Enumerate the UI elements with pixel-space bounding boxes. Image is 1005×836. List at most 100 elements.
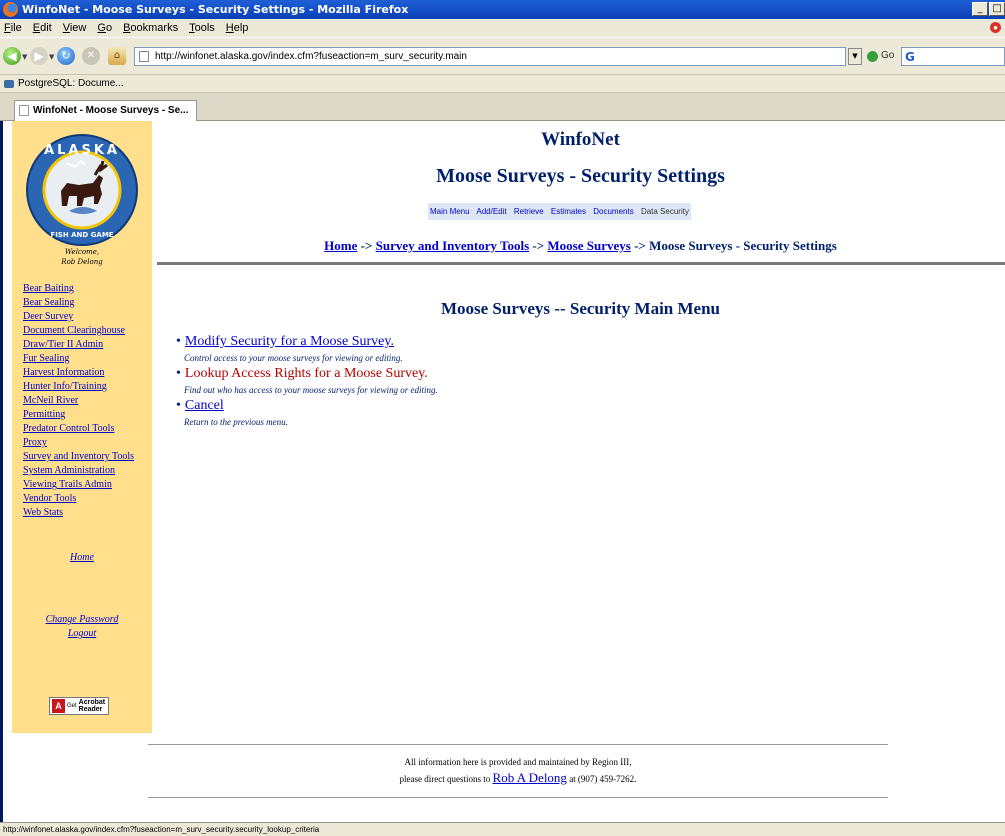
- subnav-documents[interactable]: Documents: [593, 207, 633, 216]
- user-name: Rob Delong: [61, 258, 103, 266]
- menu-title: Moose Surveys -- Security Main Menu: [440, 299, 721, 318]
- sidebar-item-predator-control-tools[interactable]: Predator Control Tools: [23, 422, 152, 436]
- sidebar-item-survey-inventory-tools[interactable]: Survey and Inventory Tools: [23, 450, 152, 464]
- sidebar-links: Bear Baiting Bear Sealing Deer Survey Do…: [23, 282, 152, 520]
- forward-dropdown-icon[interactable]: ▼: [49, 53, 54, 61]
- welcome-text: Welcome, Rob Delong: [12, 247, 152, 267]
- menu-edit[interactable]: Edit: [33, 22, 52, 34]
- item-description: Find out who has access to your moose su…: [184, 385, 438, 395]
- breadcrumb-survey-tools[interactable]: Survey and Inventory Tools: [376, 238, 530, 253]
- subnav-main-menu[interactable]: Main Menu: [430, 207, 470, 216]
- sidebar-item-fur-sealing[interactable]: Fur Sealing: [23, 352, 152, 366]
- bookmarks-toolbar: PostgreSQL: Docume...: [0, 75, 1005, 93]
- window-title: WinfoNet - Moose Surveys - Security Sett…: [22, 3, 409, 16]
- lookup-access-rights-link[interactable]: Lookup Access Rights for a Moose Survey.: [185, 366, 428, 381]
- footer-divider: [148, 744, 888, 745]
- subnav-add-edit[interactable]: Add/Edit: [476, 207, 506, 216]
- activity-icon: ●: [990, 22, 1001, 33]
- header-divider: [157, 262, 1005, 265]
- minimize-button[interactable]: _: [972, 2, 988, 16]
- breadcrumb-moose-surveys[interactable]: Moose Surveys: [547, 238, 630, 253]
- sidebar-item-mcneil-river[interactable]: McNeil River: [23, 394, 152, 408]
- menu-bookmarks[interactable]: Bookmarks: [123, 22, 178, 34]
- sidebar-item-proxy[interactable]: Proxy: [23, 436, 152, 450]
- breadcrumb: Home -> Survey and Inventory Tools -> Mo…: [153, 238, 1005, 254]
- tab-winfonet[interactable]: WinfoNet - Moose Surveys - Se...: [14, 100, 197, 121]
- acrobat-line1: Acrobat: [78, 699, 106, 706]
- menu-view[interactable]: View: [63, 22, 87, 34]
- sidebar-item-vendor-tools[interactable]: Vendor Tools: [23, 492, 152, 506]
- sidebar-item-bear-baiting[interactable]: Bear Baiting: [23, 282, 152, 296]
- navigation-toolbar: ◀ ▼ ▶ ▼ ↻ ✕ ⌂ http://winfonet.alaska.gov…: [0, 37, 1005, 75]
- sidebar-item-hunter-info-training[interactable]: Hunter Info/Training: [23, 380, 152, 394]
- item-description: Return to the previous menu.: [184, 417, 288, 427]
- adobe-icon: A: [52, 699, 65, 713]
- forward-arrow-icon[interactable]: ▶: [30, 47, 48, 65]
- acrobat-line2: Reader: [78, 706, 103, 713]
- page-icon: [139, 51, 149, 62]
- sidebar-item-permitting[interactable]: Permitting: [23, 408, 152, 422]
- back-arrow-icon[interactable]: ◀: [3, 47, 21, 65]
- postgres-icon: [4, 79, 14, 88]
- web-page: ALASKA FISH AND GAME Welcome, Rob Delong…: [0, 121, 1005, 822]
- menu-go[interactable]: Go: [97, 22, 112, 34]
- home-icon[interactable]: ⌂: [108, 47, 126, 65]
- sidebar-item-document-clearinghouse[interactable]: Document Clearinghouse: [23, 324, 152, 338]
- stop-icon[interactable]: ✕: [82, 47, 100, 65]
- status-bar: http://winfonet.alaska.gov/index.cfm?fus…: [0, 822, 1005, 836]
- footer-phone: at (907) 459-7262.: [566, 774, 637, 784]
- sidebar-item-harvest-information[interactable]: Harvest Information: [23, 366, 152, 380]
- account-links: Change Password Logout: [12, 613, 152, 641]
- menu-tools[interactable]: Tools: [189, 22, 215, 34]
- menu-bar: File Edit View Go Bookmarks Tools Help ●: [0, 19, 1005, 37]
- sidebar-item-bear-sealing[interactable]: Bear Sealing: [23, 296, 152, 310]
- modify-security-link[interactable]: Modify Security for a Moose Survey.: [185, 334, 394, 349]
- footer-divider: [148, 797, 888, 798]
- search-input[interactable]: G: [901, 47, 1005, 66]
- go-button[interactable]: Go: [881, 50, 894, 61]
- footer-line2: please direct questions to Rob A Delong …: [148, 770, 888, 787]
- adfg-seal-logo: ALASKA FISH AND GAME: [26, 134, 138, 246]
- sidebar: ALASKA FISH AND GAME Welcome, Rob Delong…: [12, 121, 152, 733]
- change-password-link[interactable]: Change Password: [12, 613, 152, 627]
- url-text: http://winfonet.alaska.gov/index.cfm?fus…: [155, 51, 467, 62]
- back-dropdown-icon[interactable]: ▼: [22, 53, 27, 61]
- maximize-button[interactable]: □: [989, 2, 1005, 16]
- bullet: •: [176, 334, 181, 349]
- go-icon[interactable]: [867, 51, 878, 62]
- breadcrumb-separator: ->: [529, 238, 548, 253]
- svg-text:ALASKA: ALASKA: [44, 143, 120, 158]
- bookmark-item[interactable]: PostgreSQL: Docume...: [18, 78, 124, 89]
- sidebar-item-viewing-trails-admin[interactable]: Viewing Trails Admin: [23, 478, 152, 492]
- subnav-estimates[interactable]: Estimates: [551, 207, 586, 216]
- app-title: WinfoNet: [541, 129, 620, 150]
- sidebar-home-link[interactable]: Home: [12, 552, 152, 563]
- cancel-link[interactable]: Cancel: [185, 398, 224, 413]
- google-search-icon: G: [905, 50, 915, 64]
- logout-link[interactable]: Logout: [12, 627, 152, 641]
- menu-file[interactable]: File: [4, 22, 22, 34]
- list-item: • Modify Security for a Moose Survey.: [176, 334, 876, 350]
- reload-icon[interactable]: ↻: [57, 47, 75, 65]
- list-item: • Lookup Access Rights for a Moose Survey…: [176, 366, 876, 382]
- bullet: •: [176, 366, 181, 381]
- sidebar-item-deer-survey[interactable]: Deer Survey: [23, 310, 152, 324]
- subnav-retrieve[interactable]: Retrieve: [514, 207, 544, 216]
- subnav-data-security: Data Security: [640, 207, 689, 216]
- menu-help[interactable]: Help: [226, 22, 249, 34]
- window-controls: _ □: [972, 2, 1005, 16]
- url-dropdown-icon[interactable]: ▼: [848, 48, 862, 65]
- contact-link[interactable]: Rob A Delong: [493, 770, 567, 785]
- item-description: Control access to your moose surveys for…: [184, 353, 403, 363]
- sidebar-item-web-stats[interactable]: Web Stats: [23, 506, 152, 520]
- sidebar-item-system-administration[interactable]: System Administration: [23, 464, 152, 478]
- breadcrumb-separator: ->: [630, 238, 650, 253]
- tab-strip: WinfoNet - Moose Surveys - Se...: [0, 93, 1005, 121]
- acrobat-reader-badge[interactable]: A Get Acrobat Reader: [49, 697, 109, 715]
- url-bar[interactable]: http://winfonet.alaska.gov/index.cfm?fus…: [134, 47, 846, 66]
- tab-label: WinfoNet - Moose Surveys - Se...: [33, 105, 189, 116]
- sidebar-item-draw-tier-ii-admin[interactable]: Draw/Tier II Admin: [23, 338, 152, 352]
- breadcrumb-home[interactable]: Home: [324, 238, 357, 253]
- sub-navigation: Main Menu Add/Edit Retrieve Estimates Do…: [428, 203, 691, 220]
- acrobat-label: Acrobat Reader: [79, 699, 105, 713]
